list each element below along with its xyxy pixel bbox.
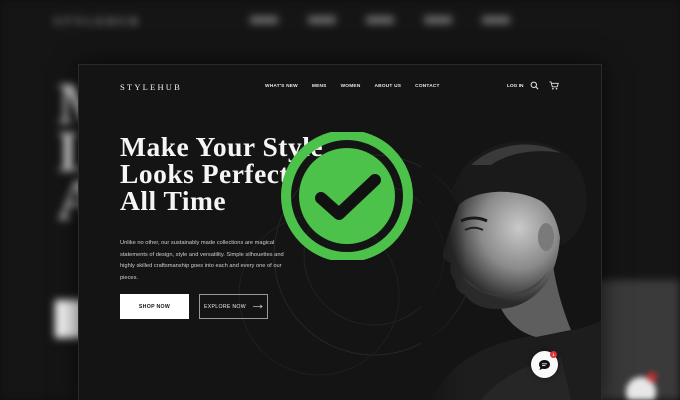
- chat-notification-badge: 1: [550, 351, 557, 358]
- shop-now-button[interactable]: SHOP NOW: [120, 294, 189, 319]
- nav-link-contact[interactable]: CONTACT: [415, 84, 440, 89]
- hero-description: Unlike no other, our sustainably made co…: [120, 240, 284, 281]
- explore-now-label: EXPLORE NOW: [204, 303, 246, 310]
- nav-link-women[interactable]: WOMEN: [341, 84, 361, 89]
- nav-link-mens[interactable]: MENS: [312, 84, 327, 89]
- chat-bubble-icon: [539, 359, 550, 370]
- site-logo[interactable]: STYLEHUB: [120, 82, 182, 92]
- background-nav: STYLEHUB: [40, 14, 640, 28]
- background-logo: STYLEHUB: [54, 14, 141, 28]
- nav-link-about-us[interactable]: ABOUT US: [375, 84, 402, 89]
- nav-link-whats-new[interactable]: WHAT'S NEW: [265, 84, 298, 89]
- explore-now-button[interactable]: EXPLORE NOW: [199, 294, 268, 319]
- checkmark-circle-icon: [281, 132, 413, 260]
- search-icon[interactable]: [530, 81, 539, 90]
- background-chat-button: [626, 372, 657, 400]
- main-nav: WHAT'S NEW MENS WOMEN ABOUT US CONTACT: [265, 84, 454, 89]
- model-photo: [421, 125, 601, 400]
- arrow-right-icon: [252, 304, 263, 309]
- background-nav-links: [250, 16, 510, 24]
- login-link[interactable]: LOG IN: [507, 84, 524, 89]
- cart-icon[interactable]: [549, 81, 559, 90]
